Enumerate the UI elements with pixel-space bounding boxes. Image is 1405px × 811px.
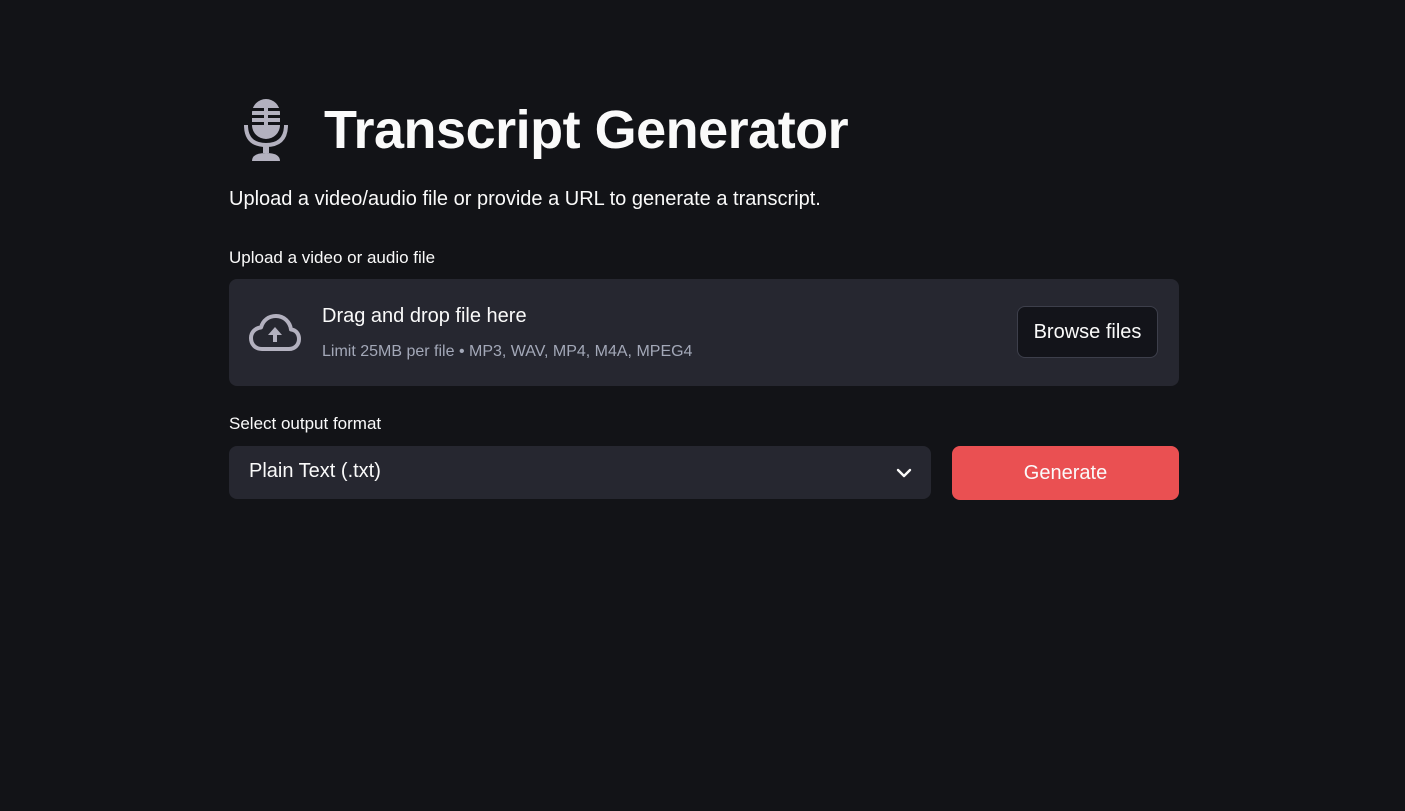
page-subtitle: Upload a video/audio file or provide a U… — [229, 188, 821, 210]
page-title: Transcript Generator — [324, 100, 849, 160]
microphone-icon — [244, 90, 324, 170]
dropzone-title: Drag and drop file here — [322, 305, 527, 327]
generate-button[interactable]: Generate — [952, 446, 1179, 500]
chevron-down-icon — [895, 464, 913, 482]
dropzone-limit-text: Limit 25MB per file • MP3, WAV, MP4, M4A… — [322, 343, 693, 360]
app-page: Transcript Generator Upload a video/audi… — [0, 0, 1405, 811]
format-label: Select output format — [229, 414, 382, 433]
cloud-upload-icon — [249, 313, 301, 353]
file-dropzone[interactable]: Drag and drop file here Limit 25MB per f… — [229, 279, 1179, 386]
output-format-value: Plain Text (.txt) — [249, 460, 381, 482]
page-header: Transcript Generator — [229, 90, 849, 170]
output-format-select[interactable]: Plain Text (.txt) — [229, 446, 931, 499]
browse-files-button[interactable]: Browse files — [1017, 306, 1158, 358]
uploader-label: Upload a video or audio file — [229, 248, 436, 267]
